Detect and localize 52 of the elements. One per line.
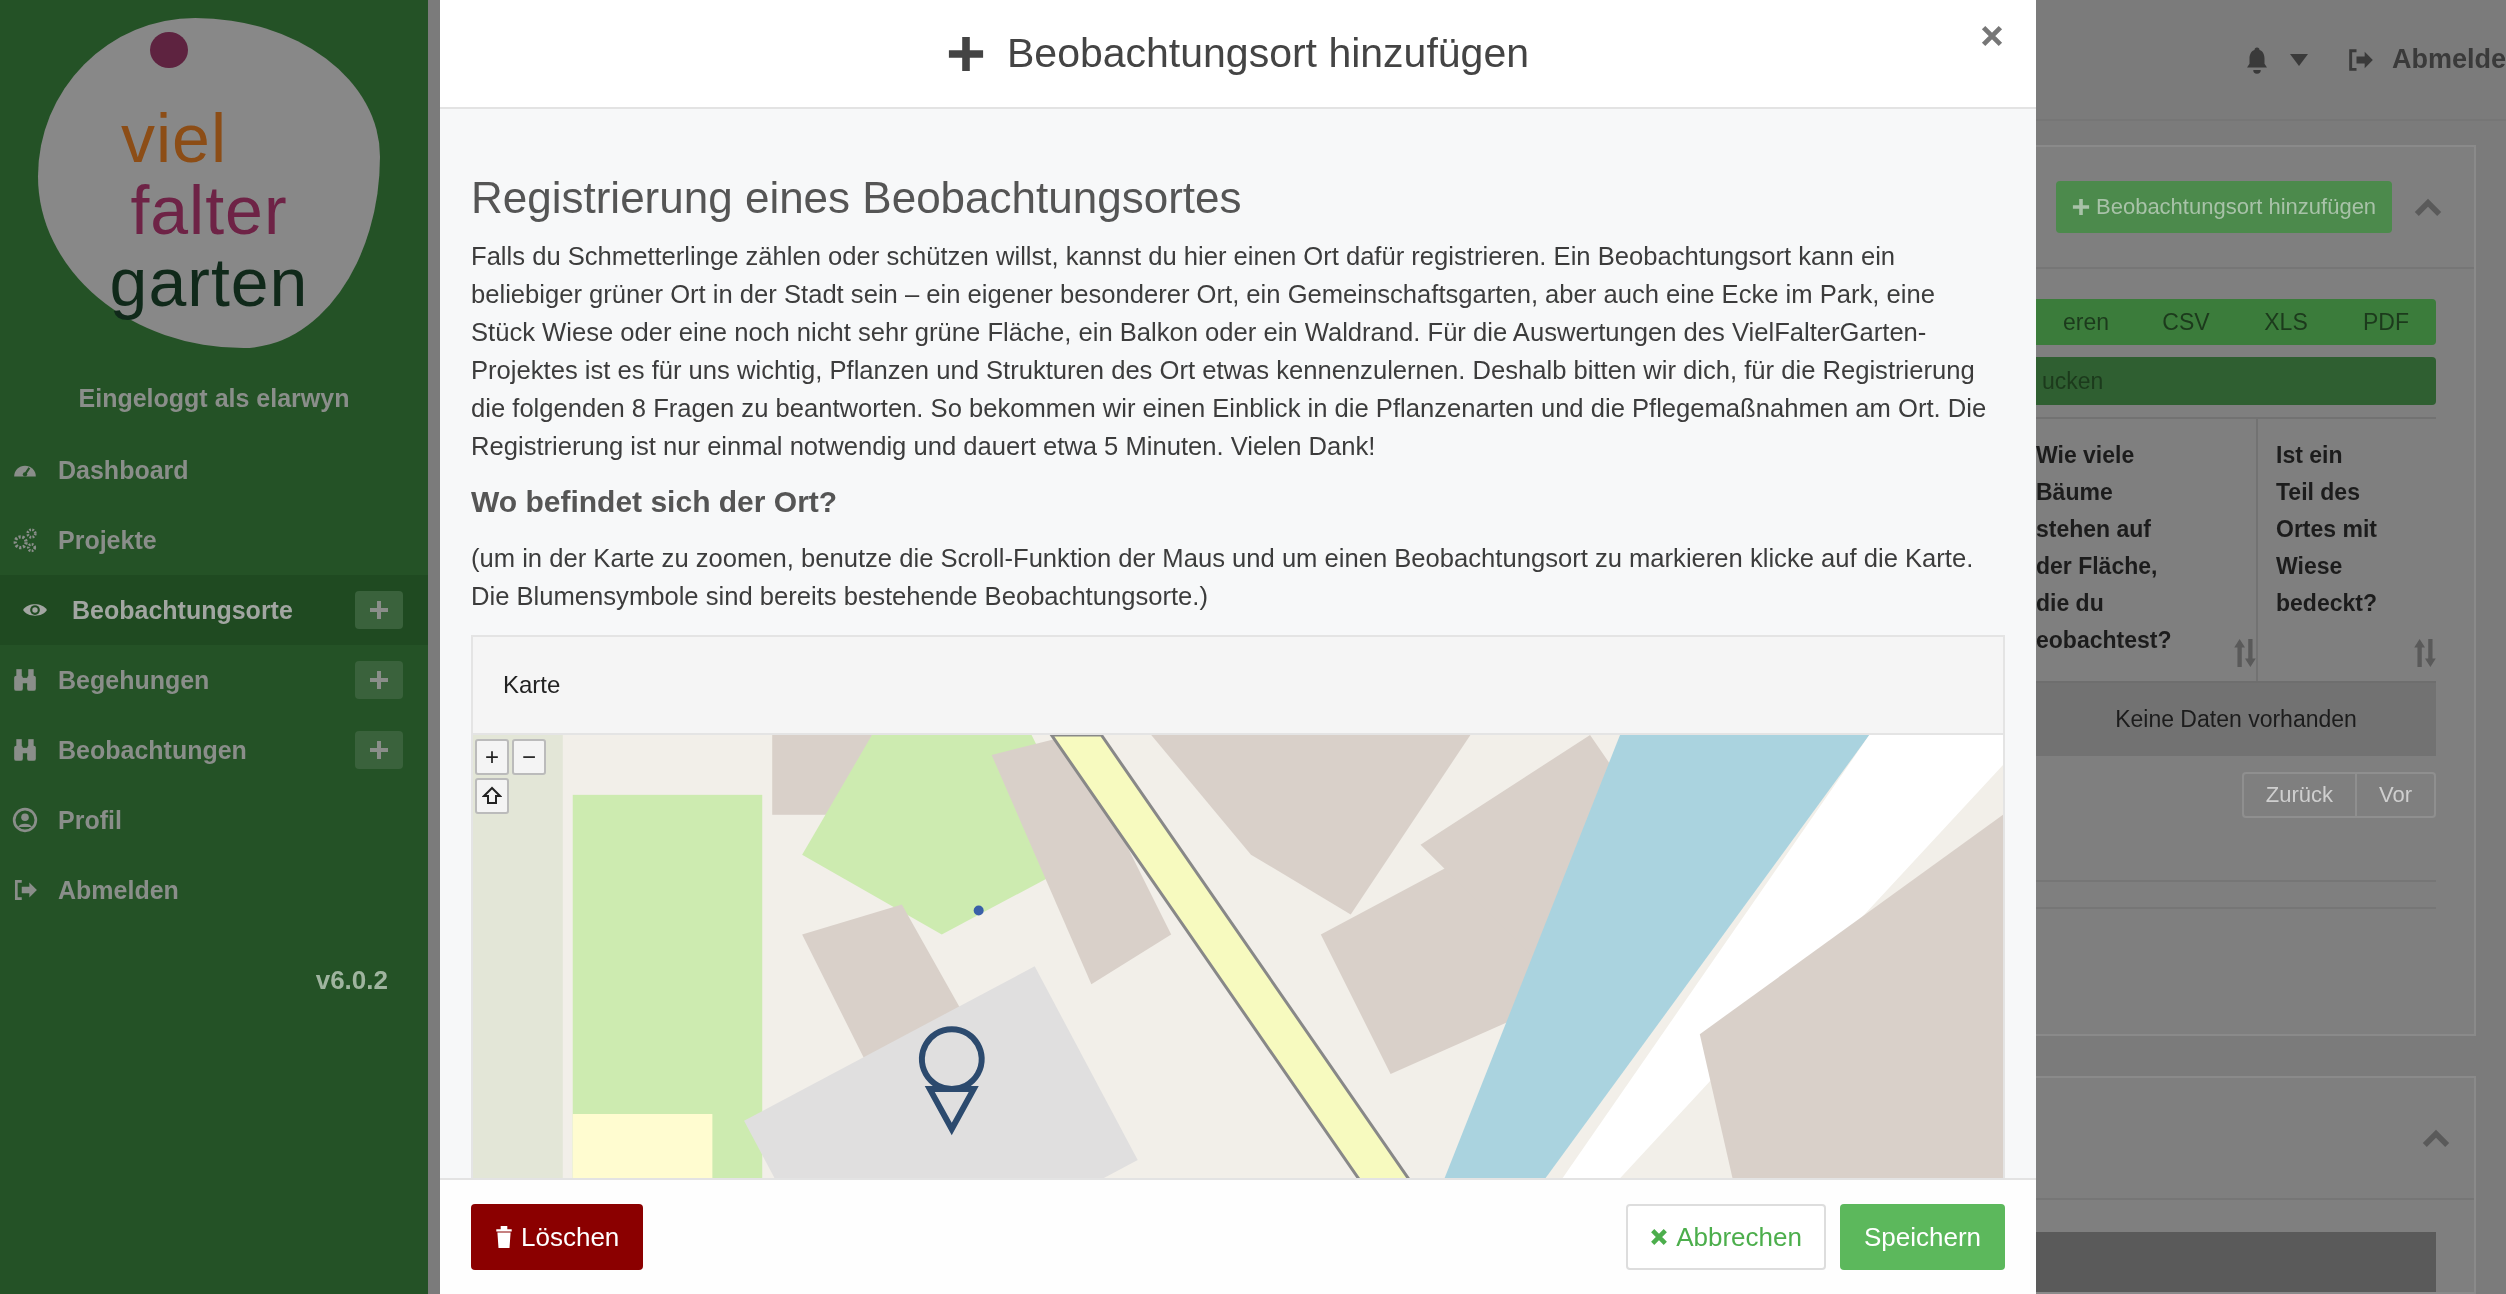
- add-button[interactable]: [355, 591, 403, 629]
- plus-icon: [2072, 198, 2090, 216]
- sidebar-item[interactable]: Abmelden: [0, 855, 428, 925]
- close-icon: [1980, 24, 2004, 48]
- export-button[interactable]: XLS: [2236, 307, 2336, 337]
- binoculars-icon: [12, 667, 38, 693]
- delete-button[interactable]: Löschen: [471, 1204, 644, 1270]
- save-button[interactable]: Speichern: [1839, 1204, 2005, 1270]
- plus-icon: [947, 34, 985, 73]
- sort-icon[interactable]: [2414, 639, 2436, 667]
- home-button[interactable]: [475, 778, 509, 814]
- export-button[interactable]: PDF: [2336, 307, 2436, 337]
- hint-paragraph: (um in der Karte zu zoomen, benutze die Scroll-Funktion der Maus und um einen Beobachtungsort zu markieren klicke auf die Karte. Die Blumensymbole sind bereits bestehende Beobachtungsorte.): [471, 543, 1975, 612]
- chevron-up-icon[interactable]: [2422, 1128, 2450, 1148]
- home-arrow-icon: [482, 786, 502, 806]
- zoom-out-button[interactable]: −: [512, 739, 546, 775]
- cancel-button[interactable]: Abbrechen: [1626, 1204, 1826, 1270]
- add-button[interactable]: [355, 661, 403, 699]
- export-button[interactable]: eren: [2036, 307, 2136, 337]
- plus-icon: [369, 740, 389, 760]
- version-text: v6.0.2: [315, 965, 388, 996]
- chevron-up-icon[interactable]: [2414, 197, 2443, 217]
- sidebar-item[interactable]: Beobachtungsorte: [0, 575, 428, 645]
- sort-icon[interactable]: [2234, 639, 2256, 667]
- zoom-in-button[interactable]: +: [475, 739, 509, 775]
- add-location-button[interactable]: Beobachtungsort hinzufügen: [2056, 181, 2393, 233]
- add-button[interactable]: [355, 731, 403, 769]
- card-header: Karte: [473, 637, 2003, 735]
- binoculars-icon: [12, 737, 38, 763]
- cogs-icon: [12, 527, 38, 553]
- caret-icon[interactable]: [2289, 53, 2308, 66]
- logout-link[interactable]: Abmelde: [2391, 44, 2506, 75]
- sidebar-item[interactable]: Beobachtungen: [0, 715, 428, 785]
- sidebar-item[interactable]: Profil: [0, 785, 428, 855]
- question-heading: Wo befindet sich der Ort?: [471, 485, 839, 519]
- export-button[interactable]: CSV: [2136, 307, 2236, 337]
- plus-icon: [369, 670, 389, 690]
- sidebar-item[interactable]: Dashboard: [0, 435, 428, 505]
- intro-paragraph: Falls du Schmetterlinge zählen oder schützen willst, kannst du hier einen Ort dafür registrieren. Ein Beobachtungsort kann ein beliebiger grüner Ort in der Stadt sein – ein eigener besonderer Ort, ein Gemeinschaftsgarten, aber auch eine Ecke im Park, eine Stück Wiese oder eine noch nicht sehr grüne Fläche, ein Balkon oder ein Waldrand. Für die Auswertungen des VielFalterGarten-Projektes ist es für uns wichtig, Pflanzen und Strukturen des Ort etwas kennenzulernen. Deshalb bitten wir dich, für die Registrierung die folgenden 8 Fragen zu beantworten. So bekommen wir einen Einblick in die Pflanzenarten und die Pflegemaßnahmen am Ort. Die Registrierung ist nur einmal notwendig und dauert etwa 5 Minuten. Vielen Dank!: [471, 241, 1988, 462]
- sidebar-item[interactable]: Projekte: [0, 505, 428, 575]
- logo-dot: [150, 32, 188, 68]
- trash-icon: [495, 1226, 513, 1248]
- sidebar-item[interactable]: Begehungen: [0, 645, 428, 715]
- signout-icon: [12, 877, 38, 903]
- user-icon: [12, 807, 38, 833]
- column-header[interactable]: Wie viele Bäume stehen auf der Fläche, die du eobachtest?: [2036, 419, 2256, 681]
- modal-title: Beobachtungsort hinzufügen: [1007, 30, 1529, 77]
- logged-in-text: Eingeloggt als elarwyn: [77, 384, 351, 413]
- plus-icon: [369, 600, 389, 620]
- empty-table-message: Keine Daten vorhanden: [2036, 681, 2436, 756]
- cross-icon: [1650, 1228, 1669, 1246]
- section-heading: Registrierung eines Beobachtungsortes: [471, 173, 1243, 223]
